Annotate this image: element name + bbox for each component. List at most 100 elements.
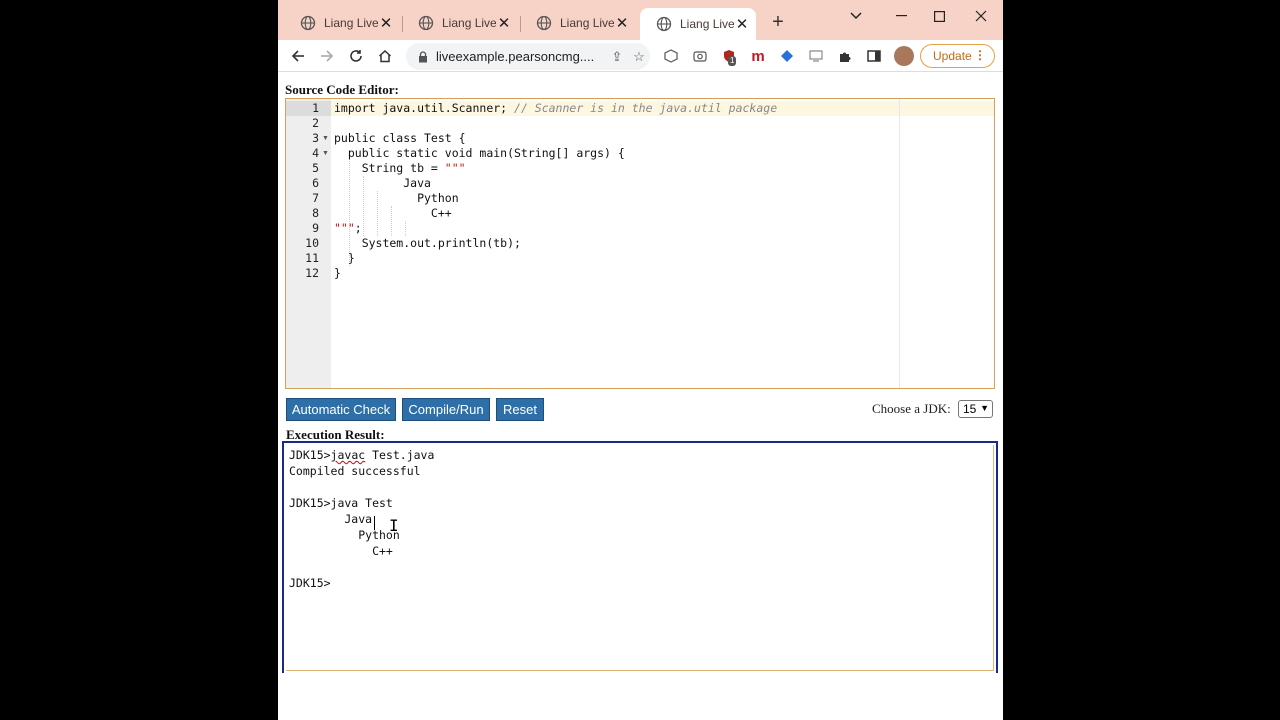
forward-button[interactable]: [315, 45, 339, 67]
address-bar[interactable]: liveexample.pearsoncmg.... ⇪ ☆: [406, 43, 650, 70]
code-text: import java.util.Scanner;: [334, 101, 515, 115]
globe-icon: [300, 15, 316, 31]
arrow-right-icon: [321, 50, 334, 62]
reload-button[interactable]: [344, 45, 368, 67]
close-window-button[interactable]: [966, 5, 996, 27]
line-number: 4: [312, 146, 319, 160]
code-line-11: }: [334, 251, 355, 265]
output-line: JDK15>java Test: [289, 496, 393, 510]
back-button[interactable]: [286, 45, 310, 67]
m-extension-icon[interactable]: m: [749, 47, 767, 65]
extension-badge: 1: [728, 56, 737, 66]
text-cursor-icon: I: [389, 516, 399, 535]
cube-icon: [664, 49, 678, 63]
compile-run-button[interactable]: Compile/Run: [402, 398, 490, 421]
side-panel-icon: [867, 50, 881, 62]
code-line-4: public static void main(String[] args) {: [334, 146, 625, 160]
code-string: """: [334, 221, 355, 235]
chevron-down-icon: ▼: [980, 403, 989, 413]
code-text: ;: [354, 221, 362, 235]
plus-icon: +: [772, 11, 784, 33]
line-number: 1: [312, 101, 319, 115]
tab-title: Liang LiveEx: [324, 16, 378, 30]
close-icon[interactable]: ✕: [614, 14, 630, 32]
close-icon[interactable]: ✕: [378, 14, 394, 32]
tab-title: Liang LiveEx: [680, 17, 734, 31]
line-number: 5: [312, 161, 319, 175]
diamond-icon: [781, 50, 793, 62]
jdk-select[interactable]: 15 ▼: [958, 400, 993, 418]
output-line: JDK15>javac Test.java: [289, 448, 434, 462]
share-icon[interactable]: ⇪: [606, 49, 628, 65]
code-line-9: """;: [334, 221, 362, 235]
new-tab-button[interactable]: +: [766, 11, 790, 34]
close-icon[interactable]: ✕: [496, 14, 512, 32]
code-line-8: C++: [334, 206, 452, 220]
tab-strip: Liang LiveEx ✕ Liang LiveEx ✕ Liang Live…: [278, 0, 1003, 40]
close-icon: [975, 10, 987, 22]
code-text: String tb =: [334, 161, 445, 175]
code-line-1: import java.util.Scanner; // Scanner is …: [334, 101, 777, 115]
avatar[interactable]: [894, 46, 914, 66]
diamond-extension-icon[interactable]: [778, 47, 796, 65]
maximize-icon: [933, 10, 945, 22]
line-number: 12: [305, 266, 319, 280]
source-editor-heading: Source Code Editor:: [285, 82, 399, 97]
automatic-check-button[interactable]: Automatic Check: [286, 398, 396, 421]
screen-extension-icon[interactable]: [807, 47, 825, 65]
output-line: JDK15>: [289, 576, 331, 590]
cube-extension-icon[interactable]: [662, 47, 680, 65]
line-number: 7: [312, 191, 319, 205]
line-number: 11: [305, 251, 319, 265]
browser-tab-1[interactable]: Liang LiveEx ✕: [284, 8, 400, 38]
line-number: 2: [312, 116, 319, 130]
update-label: Update: [933, 49, 972, 63]
code-line-3: public class Test {: [334, 131, 466, 145]
line-number: 10: [305, 236, 319, 250]
code-line-5: String tb = """: [334, 161, 466, 175]
output-area: [286, 445, 994, 671]
camera-icon: [693, 51, 707, 62]
code-line-7: Python: [334, 191, 459, 205]
code-line-12: }: [334, 266, 341, 280]
extensions-button[interactable]: [836, 47, 854, 65]
indent-guide: [405, 221, 406, 236]
maximize-button[interactable]: [924, 5, 954, 27]
code-line-10: System.out.println(tb);: [334, 236, 521, 250]
browser-tab-3[interactable]: Liang LiveEx ✕: [520, 8, 636, 38]
line-number: 8: [312, 206, 319, 220]
screen-icon: [809, 50, 823, 62]
home-icon: [378, 49, 392, 63]
camera-extension-icon[interactable]: [691, 47, 709, 65]
line-number: 9: [312, 221, 319, 235]
fold-toggle-icon[interactable]: ▼: [322, 150, 329, 157]
line-number: 3: [312, 131, 319, 145]
shield-extension-icon[interactable]: 1: [720, 47, 738, 66]
close-icon[interactable]: ✕: [734, 15, 750, 33]
minimize-icon: [895, 15, 907, 17]
browser-toolbar: liveexample.pearsoncmg.... ⇪ ☆ 1 m Updat…: [278, 40, 1003, 72]
prompt-text: JDK15>: [289, 448, 331, 462]
reset-button[interactable]: Reset: [496, 398, 544, 421]
fold-toggle-icon[interactable]: ▼: [322, 135, 329, 142]
code-string: """: [444, 161, 466, 175]
globe-icon: [418, 15, 434, 31]
code-editor[interactable]: 1 2 3 ▼ 4 ▼ 5 6 7 8 9 10 11 12 import java.util.Scann…: [285, 98, 995, 389]
tab-search-button[interactable]: [841, 5, 871, 27]
url-text: liveexample.pearsoncmg....: [436, 49, 595, 64]
browser-tab-2[interactable]: Liang LiveEx ✕: [402, 8, 518, 38]
side-panel-button[interactable]: [865, 47, 883, 65]
update-button[interactable]: Update ⋮: [920, 44, 995, 68]
browser-tab-4-active[interactable]: Liang LiveEx ✕: [640, 8, 756, 40]
arrow-left-icon: [291, 50, 304, 62]
star-icon[interactable]: ☆: [628, 49, 650, 65]
reload-icon: [350, 50, 362, 62]
home-button[interactable]: [373, 45, 397, 67]
line-number: 6: [312, 176, 319, 190]
text-caret: [374, 516, 375, 530]
minimize-button[interactable]: [886, 5, 916, 27]
print-margin: [899, 99, 900, 388]
more-vertical-icon: ⋮: [974, 48, 986, 62]
command-text: Test.java: [365, 448, 435, 462]
jdk-label: Choose a JDK:: [872, 401, 951, 416]
